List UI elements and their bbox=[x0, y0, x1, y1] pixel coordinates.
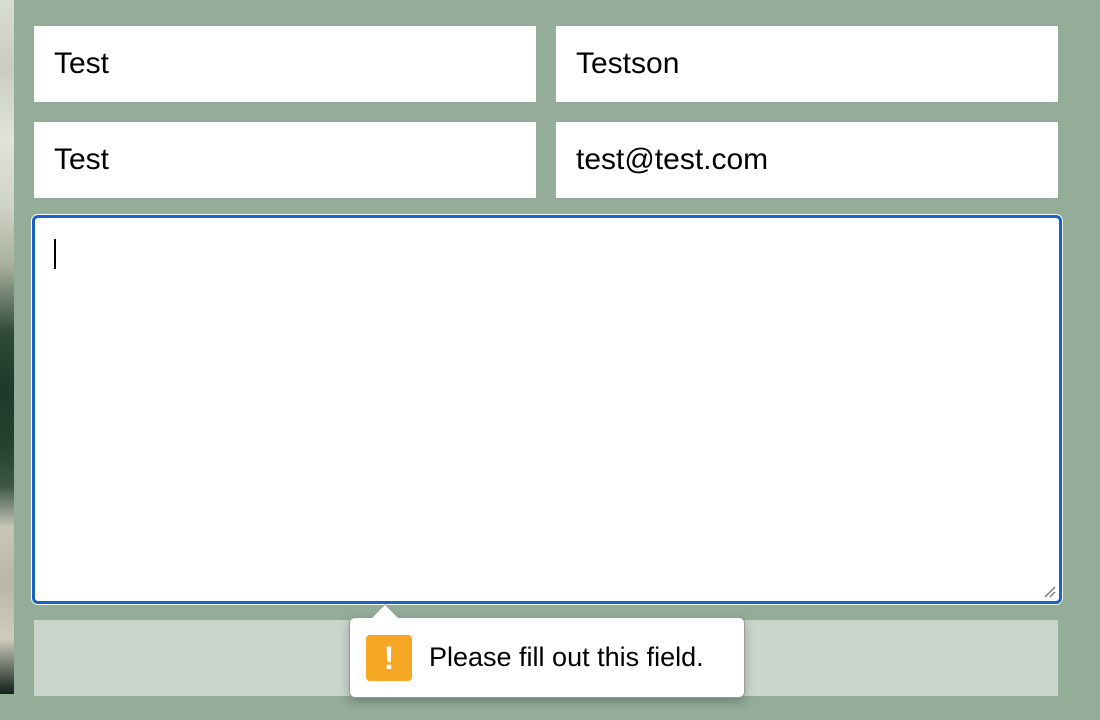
resize-handle-icon[interactable] bbox=[1042, 584, 1056, 598]
company-field[interactable]: Test bbox=[34, 122, 536, 198]
text-caret bbox=[54, 239, 56, 269]
last-name-field[interactable]: Testson bbox=[556, 26, 1058, 102]
background-photo-edge bbox=[0, 0, 14, 694]
validation-tooltip: ! Please fill out this field. bbox=[349, 604, 745, 698]
validation-message: Please fill out this field. bbox=[429, 642, 704, 672]
email-field[interactable]: test@test.com bbox=[556, 122, 1058, 198]
tooltip-arrow bbox=[371, 604, 399, 618]
warning-icon: ! bbox=[366, 634, 412, 681]
message-textarea[interactable] bbox=[32, 215, 1062, 604]
first-name-field[interactable]: Test bbox=[34, 26, 536, 102]
